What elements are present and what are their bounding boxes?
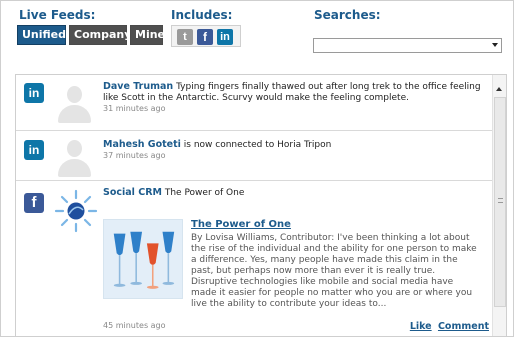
social-crm-logo <box>54 189 98 233</box>
feed-item-time: 37 minutes ago <box>103 151 166 160</box>
feed-item-content: Mahesh Goteti is now connected to Horia … <box>103 139 491 161</box>
feed-item: f Social CRM The Power of One The Power … <box>16 181 492 336</box>
linkedin-icon: in <box>24 140 44 160</box>
feed-item: in Mahesh Goteti is now connected to Hor… <box>16 131 492 181</box>
feed-item-text: The Power of One <box>161 188 245 198</box>
searches-select[interactable] <box>313 38 502 53</box>
comment-link[interactable]: Comment <box>438 321 489 332</box>
feed-item-author[interactable]: Dave Truman <box>103 81 173 92</box>
feed-list: in Dave Truman Typing fingers finally th… <box>15 74 507 336</box>
scroll-thumb[interactable] <box>494 97 506 307</box>
avatar <box>52 135 96 179</box>
feed-item-actions: Like Comment <box>407 321 489 332</box>
searches-label: Searches: <box>314 8 381 22</box>
feed-item-author[interactable]: Mahesh Goteti <box>103 139 181 150</box>
chevron-down-icon[interactable] <box>492 43 498 47</box>
feed-item-author[interactable]: Social CRM <box>103 187 162 198</box>
live-feeds-widget: Live Feeds: Includes: Searches: Unified … <box>0 0 514 337</box>
includes-filter: t f in <box>171 25 241 47</box>
tab-unified[interactable]: Unified <box>17 25 66 45</box>
feed-item-text: is now connected to Horia Tripon <box>180 140 332 150</box>
feed-item-content: Social CRM The Power of One The Power of… <box>103 187 491 336</box>
linkedin-icon: in <box>24 83 44 103</box>
feed-scrollbar[interactable] <box>492 75 506 336</box>
tab-company[interactable]: Company <box>69 25 131 45</box>
facebook-icon[interactable]: f <box>197 29 213 45</box>
feed-item: in Dave Truman Typing fingers finally th… <box>16 75 492 131</box>
live-feeds-label: Live Feeds: <box>19 8 96 22</box>
like-link[interactable]: Like <box>410 321 432 332</box>
article-thumbnail[interactable] <box>103 219 183 299</box>
article-title-link[interactable]: The Power of One <box>191 219 291 230</box>
feed-item-time: 31 minutes ago <box>103 104 166 113</box>
includes-label: Includes: <box>171 8 233 22</box>
grip-icon <box>498 198 503 203</box>
linkedin-icon[interactable]: in <box>217 29 233 45</box>
twitter-icon[interactable]: t <box>177 29 193 45</box>
feed-item-time: 45 minutes ago <box>103 321 166 330</box>
feed-item-content: Dave Truman Typing fingers finally thawe… <box>103 81 491 114</box>
scroll-up-arrow-icon[interactable] <box>496 87 502 91</box>
article-excerpt: By Lovisa Williams, Contributor: I've be… <box>191 233 477 309</box>
facebook-icon: f <box>24 193 44 213</box>
avatar <box>52 81 96 125</box>
tab-mine[interactable]: Mine <box>130 25 165 45</box>
